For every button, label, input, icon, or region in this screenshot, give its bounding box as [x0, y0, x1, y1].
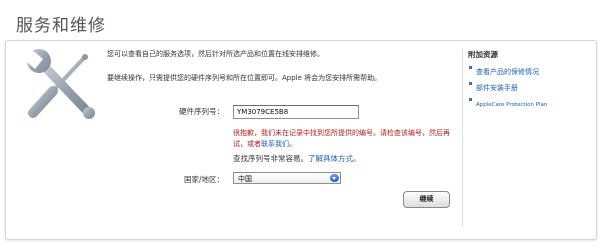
- wrench-screwdriver-icon: [23, 49, 95, 119]
- intro-text: 您可以查看自己的服务选项，然后针对所选产品和位置在线安排维修。: [107, 50, 324, 58]
- square-bullet-icon: [469, 82, 472, 85]
- learn-how-link[interactable]: 了解具体方式。: [308, 154, 361, 163]
- serial-help-text: 查找序列号非常容易。: [233, 154, 308, 163]
- country-select[interactable]: 中国: [233, 172, 341, 184]
- contact-us-link[interactable]: 联系我们: [261, 140, 289, 148]
- continue-button[interactable]: 继续: [403, 191, 450, 208]
- country-label: 国家/地区：: [183, 175, 224, 184]
- error-end: 。: [289, 140, 296, 148]
- serial-help: 查找序列号非常容易。了解具体方式。: [233, 153, 361, 164]
- square-bullet-icon: [469, 98, 472, 101]
- chevron-down-icon: [330, 174, 339, 182]
- sidebar-title: 附加资源: [468, 50, 498, 59]
- serial-number-label: 硬件序列号：: [179, 107, 224, 116]
- square-bullet-icon: [469, 66, 472, 69]
- service-panel: 您可以查看自己的服务选项，然后针对所选产品和位置在线安排维修。 要继续操作，只需…: [5, 40, 597, 240]
- sidebar-item-applecare[interactable]: AppleCare Protection Plan: [468, 96, 592, 110]
- sidebar-item-label[interactable]: 查看产品的保修情况: [476, 68, 539, 76]
- sidebar-item-label[interactable]: AppleCare Protection Plan: [476, 102, 547, 108]
- sidebar-divider: [462, 49, 463, 227]
- serial-number-input[interactable]: YM3079CE5B8: [233, 105, 359, 119]
- error-message: 很抱歉，我们未在记录中找到您所提供的编号。请检查该编号，然后再试，或者联系我们。: [233, 128, 453, 150]
- additional-resources: 附加资源 查看产品的保修情况 部件安装手册 AppleCare Protecti…: [468, 49, 592, 113]
- sidebar-item-warranty[interactable]: 查看产品的保修情况: [468, 64, 592, 77]
- sidebar-item-label[interactable]: 部件安装手册: [476, 84, 518, 92]
- sidebar-item-parts-manual[interactable]: 部件安装手册: [468, 80, 592, 93]
- country-value: 中国: [238, 175, 252, 183]
- page-title: 服务和维修: [16, 16, 106, 36]
- intro-instructions: 要继续操作，只需提供您的硬件序列号和所在位置即可。Apple 将会为您安排所需帮…: [107, 74, 382, 82]
